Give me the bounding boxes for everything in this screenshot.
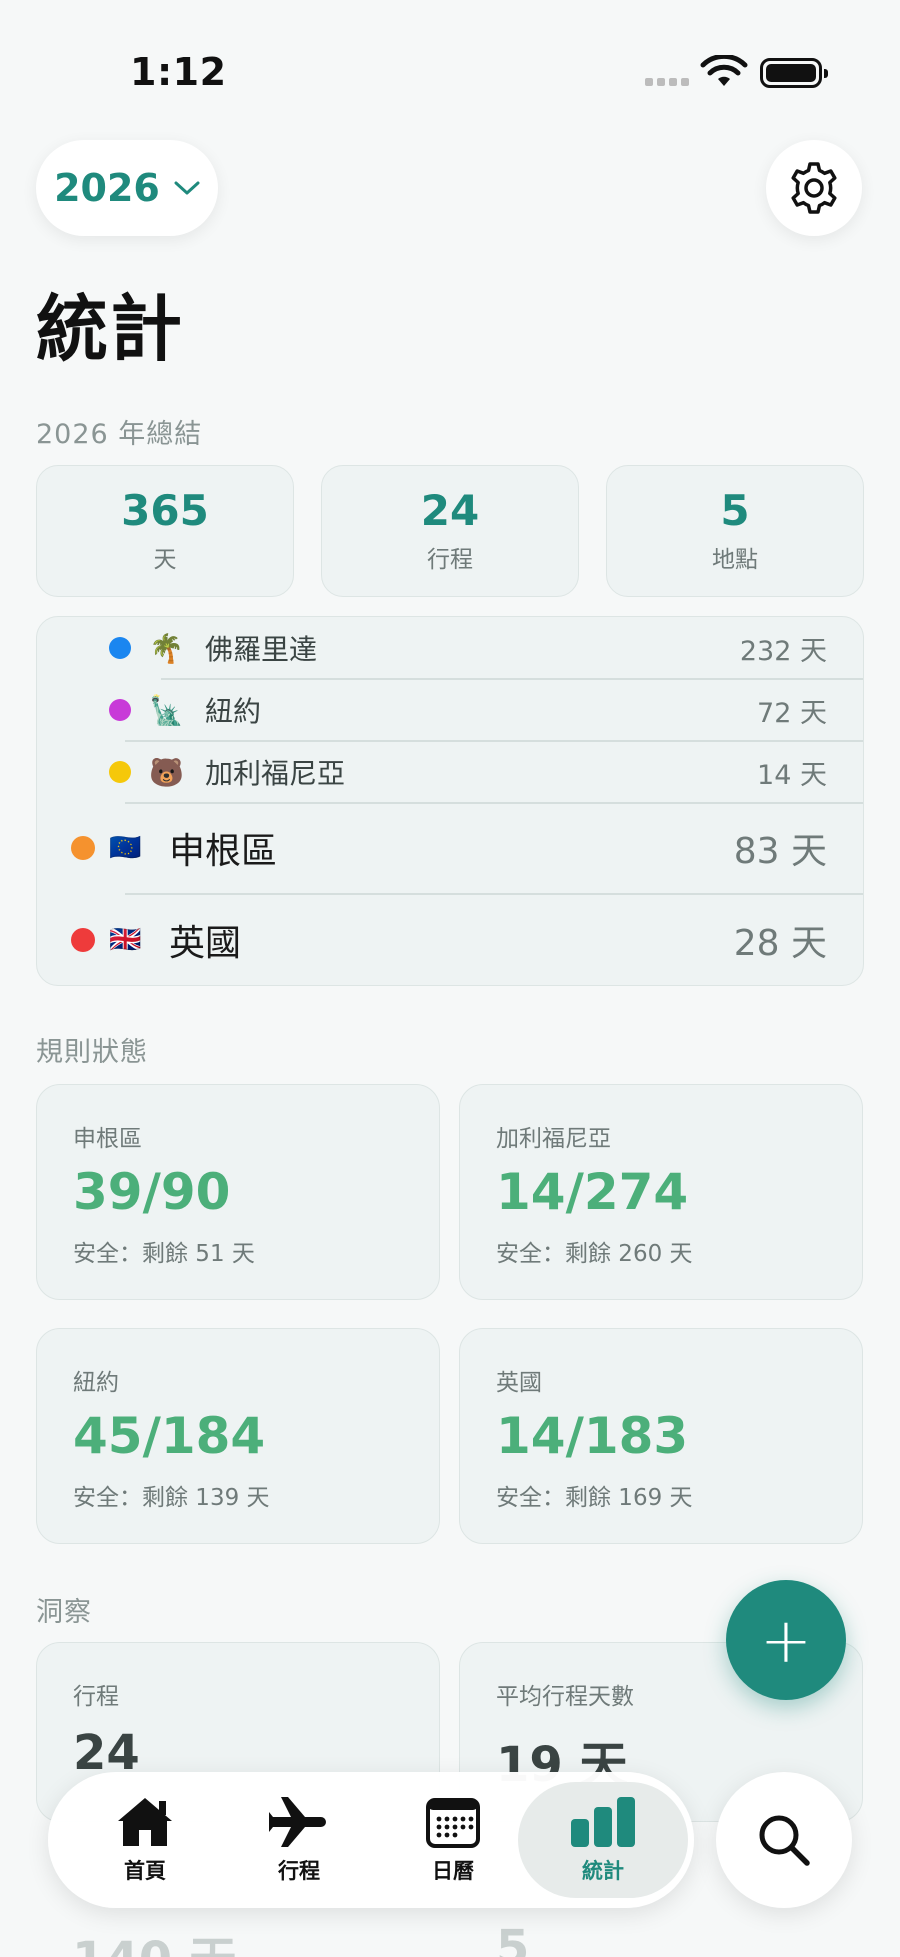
- settings-button[interactable]: [766, 140, 862, 236]
- summary-value: 365: [121, 485, 209, 535]
- calendar-icon: [426, 1798, 480, 1848]
- tab-stats[interactable]: 統計: [518, 1782, 688, 1898]
- location-name: 加利福尼亞: [205, 757, 346, 790]
- rule-value: 14/183: [496, 1407, 689, 1465]
- summary-card-places: 5 地點: [606, 465, 864, 597]
- location-days: 28 天: [733, 923, 827, 964]
- location-row-schengen[interactable]: 🇪🇺 申根區 83 天: [37, 803, 863, 893]
- insight-peek-value: 5: [496, 1920, 530, 1957]
- summary-unit: 地點: [712, 547, 758, 574]
- rule-card-uk[interactable]: 英國 14/183 安全：剩餘 169 天: [459, 1328, 863, 1544]
- tab-label: 首頁: [124, 1859, 166, 1883]
- plus-icon: +: [760, 1603, 812, 1677]
- tab-label: 統計: [582, 1859, 624, 1883]
- rules-section-label: 規則狀態: [36, 1037, 148, 1068]
- bear-icon: 🐻: [149, 755, 184, 789]
- insight-peek-value: 140 天: [72, 1920, 237, 1957]
- rule-value: 39/90: [73, 1163, 231, 1221]
- battery-icon: [760, 58, 828, 88]
- tab-bar: 首頁 行程 日曆 統計: [48, 1772, 694, 1908]
- location-name: 英國: [169, 923, 242, 964]
- tab-label: 日曆: [432, 1859, 474, 1883]
- tab-home[interactable]: 首頁: [60, 1782, 230, 1898]
- eu-flag-icon: 🇪🇺: [109, 833, 142, 863]
- rule-value: 45/184: [73, 1407, 266, 1465]
- rule-name: 英國: [496, 1370, 542, 1396]
- summary-section-label: 2026 年總結: [36, 419, 203, 450]
- rule-status: 安全：剩餘 260 天: [496, 1241, 693, 1267]
- location-name: 佛羅里達: [205, 633, 318, 666]
- page-title: 統計: [36, 287, 185, 371]
- rule-value: 14/274: [496, 1163, 689, 1221]
- location-row-uk[interactable]: 🇬🇧 英國 28 天: [37, 894, 863, 985]
- summary-value: 5: [720, 485, 750, 535]
- home-icon: [118, 1798, 172, 1846]
- search-button[interactable]: [716, 1772, 852, 1908]
- location-name: 申根區: [169, 831, 278, 872]
- location-color-dot: [109, 637, 131, 659]
- palm-tree-icon: 🌴: [149, 631, 184, 665]
- location-row-california[interactable]: 🐻 加利福尼亞 14 天: [37, 741, 863, 803]
- rule-name: 加利福尼亞: [496, 1126, 611, 1152]
- rule-status: 安全：剩餘 169 天: [496, 1485, 693, 1511]
- summary-card-trips: 24 行程: [321, 465, 579, 597]
- location-color-dot: [71, 928, 95, 952]
- year-value: 2026: [54, 166, 160, 210]
- summary-unit: 行程: [427, 547, 473, 574]
- tab-label: 行程: [278, 1859, 320, 1883]
- location-days: 83 天: [733, 831, 827, 872]
- status-time: 1:12: [130, 50, 227, 94]
- chevron-down-icon: [174, 181, 200, 195]
- rule-status: 安全：剩餘 51 天: [73, 1241, 255, 1267]
- rule-name: 紐約: [73, 1370, 119, 1396]
- rule-name: 申根區: [73, 1126, 142, 1152]
- rule-status: 安全：剩餘 139 天: [73, 1485, 270, 1511]
- insights-section-label: 洞察: [36, 1597, 92, 1628]
- location-name: 紐約: [205, 695, 262, 728]
- location-list: 🌴 佛羅里達 232 天 🗽 紐約 72 天 🐻 加利福尼亞 14 天 🇪🇺 申…: [36, 616, 864, 986]
- tab-trips[interactable]: 行程: [214, 1782, 384, 1898]
- gear-icon: [791, 162, 837, 214]
- location-row-florida[interactable]: 🌴 佛羅里達 232 天: [37, 617, 863, 679]
- insight-name: 行程: [73, 1684, 119, 1710]
- rule-card-california[interactable]: 加利福尼亞 14/274 安全：剩餘 260 天: [459, 1084, 863, 1300]
- location-row-new-york[interactable]: 🗽 紐約 72 天: [37, 679, 863, 741]
- airplane-icon: [269, 1797, 326, 1847]
- year-selector[interactable]: 2026: [36, 140, 218, 236]
- location-color-dot: [71, 836, 95, 860]
- search-icon: [759, 1815, 810, 1866]
- summary-card-days: 365 天: [36, 465, 294, 597]
- tab-calendar[interactable]: 日曆: [368, 1782, 538, 1898]
- location-days: 232 天: [739, 635, 827, 667]
- summary-unit: 天: [153, 547, 177, 574]
- wifi-icon: [700, 55, 748, 86]
- location-color-dot: [109, 699, 131, 721]
- rule-card-new-york[interactable]: 紐約 45/184 安全：剩餘 139 天: [36, 1328, 440, 1544]
- location-color-dot: [109, 761, 131, 783]
- add-trip-button[interactable]: +: [726, 1580, 846, 1700]
- statue-of-liberty-icon: 🗽: [149, 693, 184, 727]
- rule-card-schengen[interactable]: 申根區 39/90 安全：剩餘 51 天: [36, 1084, 440, 1300]
- summary-value: 24: [420, 485, 480, 535]
- bar-chart-icon: [571, 1797, 635, 1847]
- location-days: 72 天: [757, 697, 827, 729]
- cellular-signal-icon: [645, 78, 689, 86]
- location-days: 14 天: [757, 759, 827, 791]
- uk-flag-icon: 🇬🇧: [109, 925, 142, 955]
